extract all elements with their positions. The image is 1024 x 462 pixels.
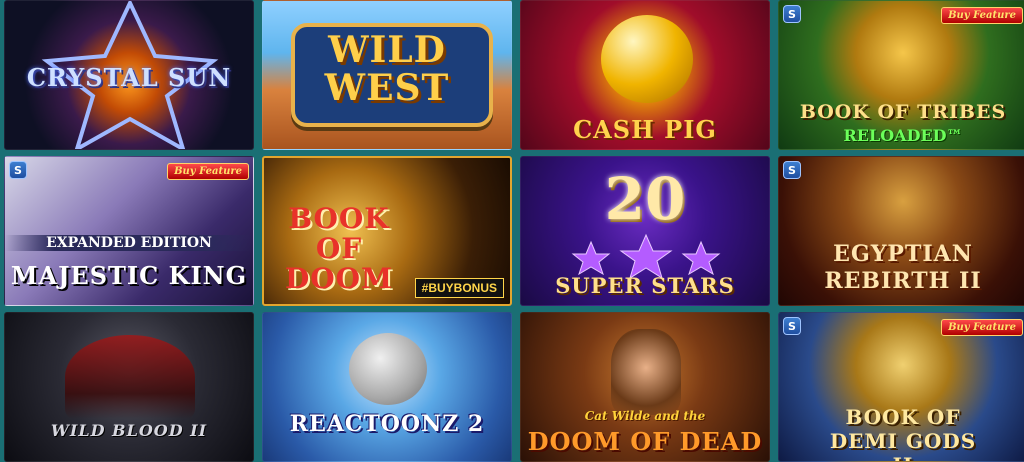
buy-feature-badge: Buy Feature (941, 319, 1023, 336)
game-title: WILD BLOOD II (50, 421, 208, 440)
game-title: EGYPTIAN REBIRTH II (824, 241, 982, 294)
game-title: CRYSTAL SUN (26, 63, 232, 92)
game-tile-wild-west[interactable]: WILD WEST (262, 0, 512, 150)
game-title: REACTOONZ 2 (289, 411, 485, 437)
game-title: DOOM OF DEAD (527, 427, 763, 456)
game-title: MAJESTIC KING (10, 261, 248, 290)
game-tile-book-of-doom[interactable]: BOOK OF DOOM #BUYBONUS (262, 156, 512, 306)
provider-badge: S (783, 161, 801, 179)
pig-icon (601, 15, 693, 103)
buy-feature-badge: Buy Feature (941, 7, 1023, 24)
buybonus-tag: #BUYBONUS (414, 278, 504, 298)
game-grid: CRYSTAL SUN WILD WEST CASH PIG S Buy Fea… (0, 0, 1024, 462)
character-art (611, 329, 681, 415)
game-tile-doom-of-dead[interactable]: Cat Wilde and the DOOM OF DEAD (520, 312, 770, 462)
buy-feature-badge: Buy Feature (167, 163, 249, 180)
game-tile-majestic-king[interactable]: S Buy Feature EXPANDED EDITION MAJESTIC … (4, 156, 254, 306)
game-title: WILD WEST (324, 29, 450, 109)
game-title: CASH PIG (573, 115, 717, 144)
game-tile-20-super-stars[interactable]: 20 SUPER STARS (520, 156, 770, 306)
game-tile-egyptian-rebirth[interactable]: S EGYPTIAN REBIRTH II (778, 156, 1024, 306)
game-tile-reactoonz-2[interactable]: REACTOONZ 2 (262, 312, 512, 462)
game-title: BOOK OF DEMI GODS II (829, 405, 977, 461)
provider-badge: S (783, 317, 801, 335)
game-title: BOOK OF TRIBES (799, 101, 1007, 123)
provider-badge: S (9, 161, 27, 179)
game-subtitle: Cat Wilde and the (584, 409, 706, 423)
characters-art (65, 335, 195, 419)
game-tile-book-of-demi-gods[interactable]: S Buy Feature BOOK OF DEMI GODS II (778, 312, 1024, 462)
game-subtitle: RELOADED™ (843, 126, 963, 145)
game-tile-book-of-tribes[interactable]: S Buy Feature BOOK OF TRIBES RELOADED™ (778, 0, 1024, 150)
game-tile-crystal-sun[interactable]: CRYSTAL SUN (4, 0, 254, 150)
alien-icon (349, 333, 427, 405)
game-subtitle: EXPANDED EDITION (5, 235, 253, 251)
game-tile-cash-pig[interactable]: CASH PIG (520, 0, 770, 150)
provider-badge: S (783, 5, 801, 23)
game-tile-wild-blood[interactable]: WILD BLOOD II (4, 312, 254, 462)
game-title: BOOK OF DOOM (284, 202, 394, 295)
game-title: SUPER STARS (555, 273, 735, 298)
